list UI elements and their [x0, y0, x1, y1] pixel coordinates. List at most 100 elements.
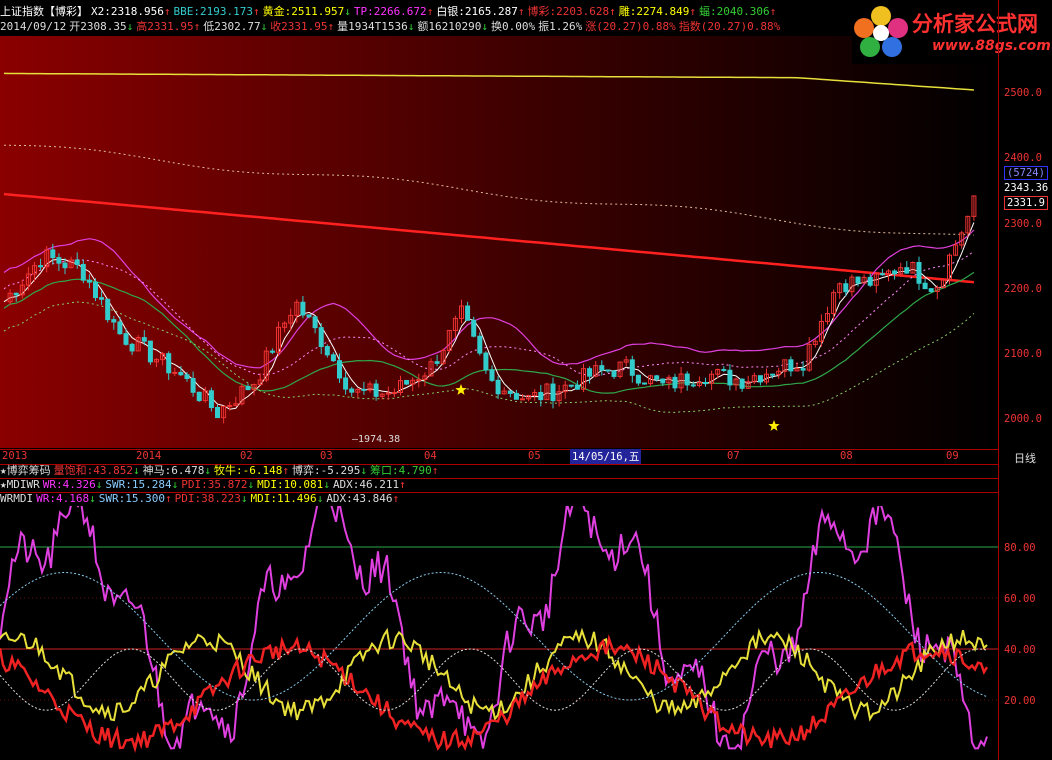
candle-body: [843, 283, 849, 293]
candle-body: [416, 378, 422, 381]
candle-body: [306, 314, 312, 318]
period-label[interactable]: 日线: [1014, 450, 1036, 466]
hdr2-segment: 量1934T1536: [337, 20, 408, 33]
ind2-segment: ↓: [247, 478, 255, 491]
candle-body: [80, 263, 86, 281]
hdr1-segment: ↑: [689, 5, 697, 18]
osc-tick-20: 20.00: [1004, 695, 1036, 707]
axis-tick-2200: 2200.0: [1004, 283, 1042, 295]
candle-body: [928, 288, 934, 292]
ind3-segment: ↑: [392, 492, 400, 505]
hdr2-segment: ↓: [260, 20, 268, 33]
indicator-line-1: ★博弈筹码 量饱和:43.852↓ 神马:6.478↓ 牧牛:-6.148↑ 博弈:-5…: [0, 464, 998, 479]
date-2013: 2013: [2, 450, 28, 462]
hdr2-segment: 收2331.95: [270, 20, 328, 33]
hdr2-segment: 涨(20.27)0.88%: [585, 20, 676, 33]
swr-line: [0, 571, 988, 701]
candle-body: [99, 297, 105, 300]
oscillator-panel[interactable]: [0, 506, 998, 760]
hdr1-segment: X2:2318.956: [91, 5, 164, 18]
axis-tick-2400: 2400.0: [1004, 152, 1042, 164]
ind3-segment: ↑: [164, 492, 172, 505]
candle-body: [361, 388, 367, 391]
candle-body: [373, 383, 379, 397]
candle-body: [727, 369, 733, 386]
ind1-segment: 量饱和:43.852: [53, 464, 133, 477]
candle-body: [867, 276, 873, 286]
candle-body: [123, 333, 129, 345]
indicator-line-3: WRMDI WR:4.168↓ SWR:15.300↑ PDI:38.223↓ MDI:…: [0, 492, 998, 505]
ind2-segment: ADX:46.211: [332, 478, 400, 491]
candle-body: [611, 370, 617, 377]
candle-body: [690, 384, 696, 387]
candle-body: [62, 262, 68, 269]
candle-body: [471, 319, 477, 337]
candle-body: [349, 388, 355, 393]
candle-body: [391, 391, 397, 394]
date-04: 04: [424, 450, 437, 462]
ind1-segment: ↑: [282, 464, 289, 477]
candle-body: [56, 257, 62, 264]
hdr1-segment: 蝠:2040.306: [699, 5, 770, 18]
hdr1-segment: ↑: [769, 5, 777, 18]
candle-body: [166, 353, 172, 374]
candle-body: [916, 261, 922, 284]
candle-body: [227, 404, 233, 407]
ind1-segment: ↑: [431, 464, 439, 477]
candle-body: [147, 340, 153, 363]
hdr2-segment: 额16210290: [417, 20, 482, 33]
candle-body: [904, 267, 910, 274]
ind1-segment: ↓: [204, 464, 211, 477]
candle-body: [684, 373, 690, 386]
hdr2-segment: 指数(20.27)0.88%: [678, 20, 781, 33]
candle-body: [172, 371, 178, 374]
candle-body: [642, 382, 647, 385]
candle-body: [434, 361, 440, 364]
osc-tick-40: 40.00: [1004, 644, 1036, 656]
candle-body: [477, 335, 483, 354]
hdr2-segment: ↓: [407, 20, 415, 33]
candle-body: [507, 390, 513, 394]
candle-body: [208, 390, 214, 409]
hdr1-segment: ↑: [609, 5, 616, 18]
axis-tick-2000: 2000.0: [1004, 413, 1042, 425]
ind3-segment: ↓: [89, 492, 96, 505]
candle-body: [184, 374, 190, 379]
candle-body: [404, 380, 410, 385]
axis-marker-high: 2343.36: [1004, 182, 1049, 194]
candle-body: [770, 373, 776, 376]
date-05: 05: [528, 450, 541, 462]
candle-body: [800, 368, 806, 371]
hdr1-segment: 博彩:2203.628: [527, 5, 610, 18]
candle-body: [105, 298, 111, 321]
candle-body: [13, 292, 19, 296]
hdr2-segment: 低2302.77: [203, 20, 261, 33]
hdr2-segment: ↑: [327, 20, 335, 33]
ind2-segment: ★MDIWR: [0, 478, 40, 491]
indicator-line-2: ★MDIWR WR:4.326↓ SWR:15.284↓ PDI:35.872↓ MDI…: [0, 478, 998, 493]
candle-body: [892, 270, 898, 275]
candle-body: [465, 305, 471, 321]
hdr1-segment: ↓: [344, 5, 351, 18]
candle-body: [739, 378, 745, 389]
candle-body: [757, 375, 763, 383]
hdr1-segment: BBE:2193.173: [173, 5, 253, 18]
candle-body: [495, 379, 501, 395]
candle-body: [324, 346, 330, 356]
candle-body: [489, 369, 495, 381]
price-chart-panel[interactable]: [0, 36, 998, 448]
candle-body: [629, 359, 635, 376]
candle-body: [513, 392, 519, 400]
candle-body: [330, 354, 336, 362]
date-03: 03: [320, 450, 333, 462]
ind2-segment: MDI:10.081: [257, 478, 324, 491]
axis-tick-2100: 2100.0: [1004, 348, 1042, 360]
candle-body: [86, 279, 92, 283]
candle-body: [343, 377, 349, 390]
ind3-segment: MDI:11.496: [250, 492, 317, 505]
ind3-segment: ADX:43.846: [326, 492, 393, 505]
hdr1-segment: ↑: [163, 5, 171, 18]
candle-body: [93, 281, 98, 299]
ind1-segment: ↓: [360, 464, 367, 477]
hdr1-segment: 雕:2274.849: [618, 5, 690, 18]
